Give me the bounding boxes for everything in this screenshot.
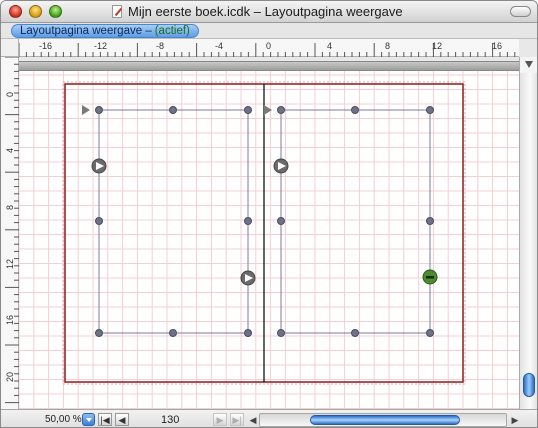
- horizontal-scroll-thumb[interactable]: [310, 415, 460, 425]
- resize-handle[interactable]: [95, 106, 103, 114]
- spread-drawing: [19, 71, 519, 409]
- last-page-button[interactable]: ▶|: [230, 413, 244, 426]
- tab-layout-view[interactable]: Layoutpagina weergave – (actief): [11, 24, 199, 38]
- vertical-scrollbar[interactable]: [519, 73, 537, 409]
- play-icon[interactable]: [273, 158, 289, 174]
- ruler-label: 8: [385, 41, 391, 51]
- scroll-right-button[interactable]: ▶: [509, 413, 521, 427]
- tab-label: Layoutpagina weergave –: [20, 25, 152, 37]
- resize-handle[interactable]: [95, 329, 103, 337]
- zoom-dropdown-button[interactable]: [82, 413, 95, 426]
- resize-handle[interactable]: [426, 329, 434, 337]
- title-bar[interactable]: Mijn eerste boek.icdk – Layoutpagina wee…: [1, 1, 537, 23]
- ruler-label: 8: [5, 204, 15, 210]
- previous-page-button[interactable]: ◀: [115, 413, 129, 426]
- tab-bar: Layoutpagina weergave – (actief): [1, 23, 537, 39]
- right-page-frame[interactable]: [280, 109, 431, 334]
- layout-canvas[interactable]: [19, 71, 519, 409]
- close-icon[interactable]: [9, 5, 22, 18]
- document-icon: [112, 5, 122, 18]
- window-title: Mijn eerste boek.icdk – Layoutpagina wee…: [128, 4, 403, 19]
- play-icon[interactable]: [240, 270, 256, 286]
- chevron-down-icon[interactable]: [519, 57, 537, 73]
- resize-handle[interactable]: [351, 106, 359, 114]
- resize-handle[interactable]: [169, 106, 177, 114]
- ruler-label: 12: [5, 258, 15, 269]
- ruler-label: 0: [266, 41, 272, 51]
- minus-icon[interactable]: [422, 269, 438, 285]
- next-page-button[interactable]: ▶: [213, 413, 227, 426]
- resize-handle[interactable]: [426, 106, 434, 114]
- ruler-label: 4: [5, 147, 15, 153]
- resize-handle[interactable]: [244, 329, 252, 337]
- toolbar-toggle-button[interactable]: [510, 6, 531, 17]
- left-page-frame[interactable]: [98, 109, 249, 334]
- resize-handle[interactable]: [277, 217, 285, 225]
- scroll-left-button[interactable]: ◀: [247, 413, 259, 427]
- play-icon[interactable]: [91, 158, 107, 174]
- left-page-marker: [82, 105, 90, 115]
- ruler-label: 16: [492, 41, 503, 51]
- ruler-label: 12: [432, 41, 443, 51]
- ruler-label: 0: [5, 91, 15, 97]
- ruler-corner: [1, 39, 19, 57]
- status-bar: 50,00 % |◀ ◀ 130 ▶ ▶| ◀ ▶: [1, 409, 537, 427]
- horizontal-scrollbar[interactable]: [259, 413, 507, 427]
- ruler-label: -12: [94, 41, 108, 51]
- zoom-level: 50,00 %: [45, 414, 82, 425]
- vertical-scroll-thumb[interactable]: [523, 373, 535, 397]
- vertical-ruler[interactable]: 0 4 8 12 16 20: [1, 57, 19, 409]
- ruler-label: 16: [5, 314, 15, 325]
- ruler-label: -8: [156, 41, 165, 51]
- resize-handle[interactable]: [426, 217, 434, 225]
- ruler-label: 4: [327, 41, 333, 51]
- ruler-scroll-strip: [19, 61, 519, 71]
- resize-handle[interactable]: [244, 106, 252, 114]
- first-page-button[interactable]: |◀: [98, 413, 112, 426]
- resize-handle[interactable]: [277, 106, 285, 114]
- resize-handle[interactable]: [351, 329, 359, 337]
- minimize-icon[interactable]: [29, 5, 42, 18]
- zoom-icon[interactable]: [49, 5, 62, 18]
- tab-status: (actief): [154, 25, 190, 37]
- grid-lines: [19, 71, 519, 409]
- resize-handle[interactable]: [169, 329, 177, 337]
- ruler-label: 20: [5, 371, 15, 382]
- horizontal-ruler[interactable]: -16 -12 -8 -4 0 4 8 12 16: [19, 39, 519, 57]
- vertical-ruler-ticks: [5, 57, 19, 404]
- resize-handle[interactable]: [244, 217, 252, 225]
- ruler-label: -16: [39, 41, 53, 51]
- ruler-label: -4: [215, 41, 224, 51]
- resize-handle[interactable]: [277, 329, 285, 337]
- page-number: 130: [161, 414, 180, 426]
- application-window: Mijn eerste boek.icdk – Layoutpagina wee…: [0, 0, 538, 428]
- resize-handle[interactable]: [95, 217, 103, 225]
